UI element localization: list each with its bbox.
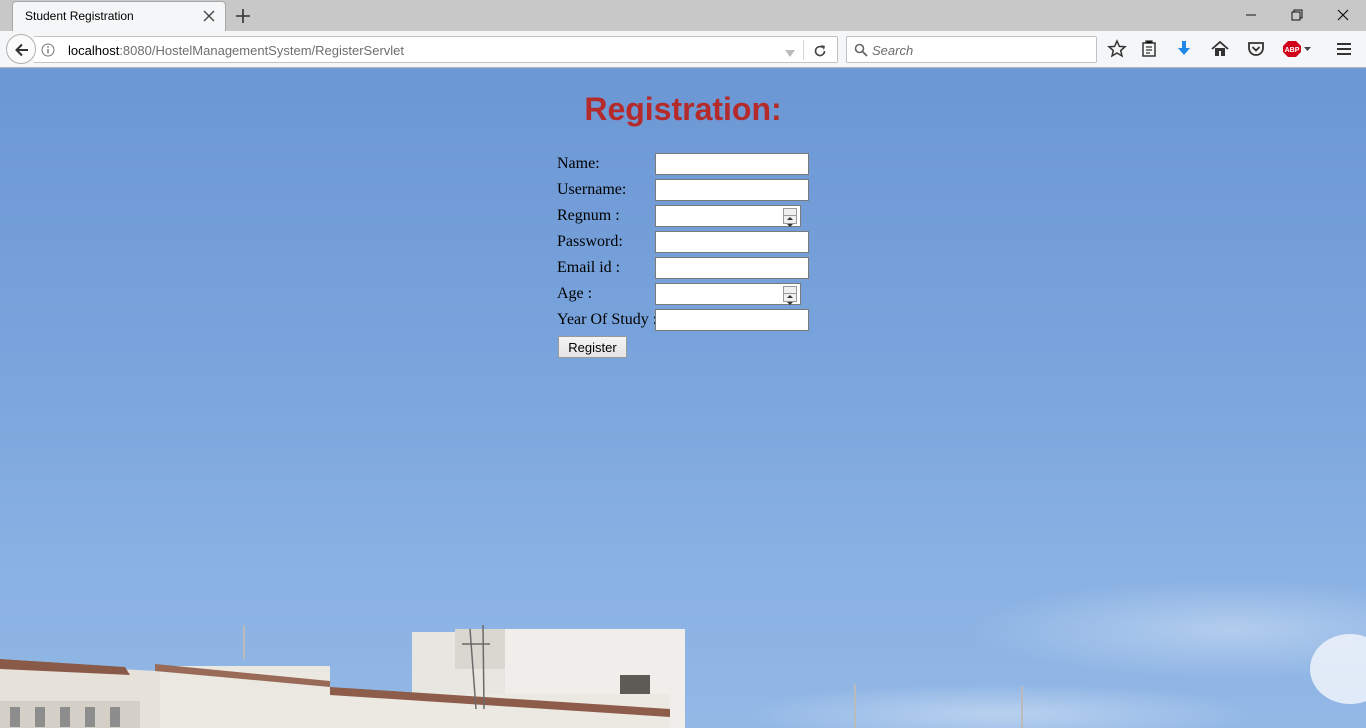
email-input[interactable] xyxy=(655,257,809,279)
regnum-input[interactable] xyxy=(655,205,801,227)
name-input[interactable] xyxy=(655,153,809,175)
home-icon[interactable] xyxy=(1210,39,1232,61)
close-window-button[interactable] xyxy=(1320,0,1366,30)
downloads-icon[interactable] xyxy=(1174,39,1196,61)
svg-text:ABP: ABP xyxy=(1285,47,1300,54)
navigation-toolbar: localhost:8080/HostelManagementSystem/Re… xyxy=(0,31,1366,68)
year-of-study-input[interactable] xyxy=(655,309,809,331)
spinner-down-icon[interactable] xyxy=(784,216,796,227)
address-bar[interactable]: localhost:8080/HostelManagementSystem/Re… xyxy=(34,36,838,63)
adblock-plus-icon[interactable]: ABP xyxy=(1283,39,1315,61)
url-host: localhost xyxy=(68,43,120,58)
username-label: Username: xyxy=(557,181,627,198)
bookmark-star-icon[interactable] xyxy=(1107,39,1129,61)
url-separator xyxy=(803,40,804,60)
close-icon xyxy=(1337,9,1349,21)
url-text[interactable]: localhost:8080/HostelManagementSystem/Re… xyxy=(68,43,404,58)
age-spinner[interactable] xyxy=(783,286,797,305)
spinner-up-icon[interactable] xyxy=(784,287,796,298)
name-label: Name: xyxy=(557,155,600,172)
url-path: :8080/HostelManagementSystem/RegisterSer… xyxy=(119,43,405,58)
regnum-spinner[interactable] xyxy=(783,208,797,227)
back-button[interactable] xyxy=(6,34,36,64)
page-title: Registration: xyxy=(584,91,782,127)
pocket-icon[interactable] xyxy=(1246,39,1268,61)
username-input[interactable] xyxy=(655,179,809,201)
minimize-button[interactable] xyxy=(1228,0,1274,30)
spinner-down-icon[interactable] xyxy=(784,294,796,305)
spinner-up-icon[interactable] xyxy=(784,209,796,220)
search-input[interactable] xyxy=(872,40,1092,60)
reload-icon[interactable] xyxy=(812,43,828,64)
regnum-label: Regnum : xyxy=(557,207,620,224)
register-button[interactable]: Register xyxy=(558,336,627,358)
search-bar[interactable] xyxy=(846,36,1097,63)
close-tab-icon[interactable] xyxy=(201,8,217,24)
password-label: Password: xyxy=(557,233,623,250)
restore-icon xyxy=(1291,9,1303,21)
minimize-icon xyxy=(1246,14,1256,16)
age-input[interactable] xyxy=(655,283,801,305)
site-info-icon[interactable] xyxy=(41,43,55,57)
search-icon xyxy=(854,43,868,62)
password-input[interactable] xyxy=(655,231,809,253)
bookmarks-library-icon[interactable] xyxy=(1139,39,1161,61)
restore-button[interactable] xyxy=(1274,0,1320,30)
page-content: Registration: Name: Username: Regnum : P… xyxy=(0,69,1366,728)
year-of-study-label: Year Of Study : xyxy=(557,311,658,328)
tab-student-registration[interactable]: Student Registration xyxy=(12,1,226,31)
new-tab-icon[interactable] xyxy=(233,6,253,26)
email-label: Email id : xyxy=(557,259,621,276)
tab-strip: Student Registration xyxy=(0,0,1366,31)
tab-title: Student Registration xyxy=(25,9,134,23)
url-dropdown-icon[interactable] xyxy=(784,46,796,64)
menu-hamburger-icon[interactable] xyxy=(1334,39,1356,61)
back-arrow-icon xyxy=(15,43,28,57)
age-label: Age : xyxy=(557,285,593,302)
